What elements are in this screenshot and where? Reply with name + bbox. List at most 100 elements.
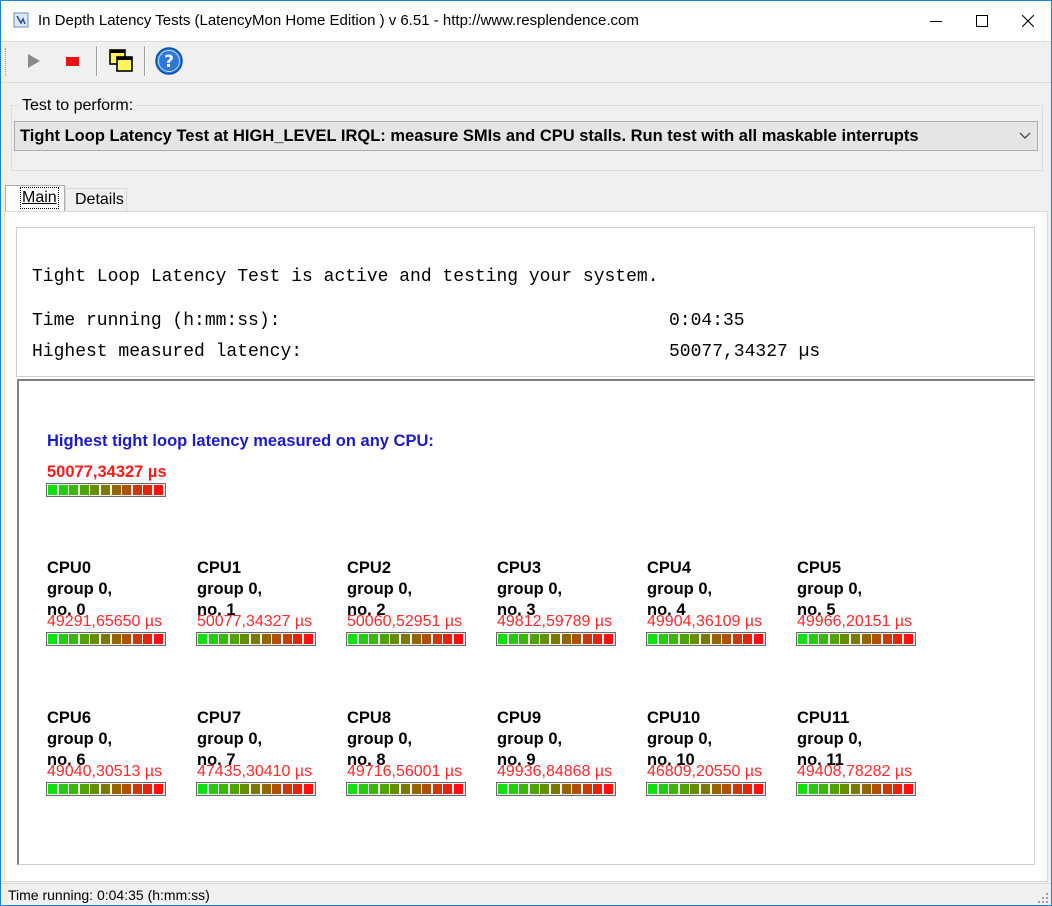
bar-segment [422,784,432,794]
cpu-group: group 0, [47,580,113,598]
highest-any-cpu-label: Highest tight loop latency measured on a… [47,432,434,450]
bar-segment [208,784,218,794]
toolbar: ? [1,41,1051,83]
bar-segment [679,784,689,794]
bar-segment [79,485,89,495]
toolbar-separator [144,46,146,76]
toolbar-grip[interactable] [5,48,9,76]
cpu-latency-bar [346,782,466,796]
bar-segment [798,634,807,644]
title-bar[interactable]: In Depth Latency Tests (LatencyMon Home … [1,1,1051,41]
bar-segment [58,634,68,644]
bar-segment [198,634,207,644]
bar-segment [669,634,679,644]
help-button[interactable]: ? [154,46,184,76]
cpu-name: CPU11 [797,709,850,727]
tab-main[interactable]: Main [5,185,65,212]
chevron-down-icon [1019,132,1031,139]
cpu-name: CPU7 [197,709,242,727]
maximize-button[interactable] [959,1,1005,41]
bar-segment [690,784,700,794]
bar-segment [593,634,603,644]
bar-segment [829,634,839,644]
cpu-label: CPU11 group 0, no. 11 [797,708,862,771]
test-select-value: Tight Loop Latency Test at HIGH_LEVEL IR… [20,127,919,145]
bar-segment [798,784,807,794]
cpu-label: CPU6 group 0, no. 6 [47,708,112,771]
bar-segment [219,634,229,644]
cpu-label: CPU0 group 0, no. 0 [47,558,112,621]
cpu-label: CPU3 group 0, no. 3 [497,558,562,621]
maximize-icon [976,15,988,27]
cpu-group: group 0, [797,730,863,748]
status-text: Time running: 0:04:35 (h:mm:ss) [8,887,210,903]
bar-segment [379,634,389,644]
bar-segment [582,784,592,794]
bar-segment [519,634,529,644]
bar-segment [132,485,142,495]
cpu-latency-value: 46809,20550 µs [647,763,763,780]
cpu-latency-bar [196,632,316,646]
bar-segment [122,784,132,794]
status-bar: Time running: 0:04:35 (h:mm:ss) [1,883,1051,905]
cpu-latency-bar [646,782,766,796]
cpu-latency-value: 49904,36109 µs [647,613,763,630]
cpu-label: CPU9 group 0, no. 9 [497,708,562,771]
bar-segment [454,634,463,644]
bar-segment [872,634,882,644]
cpu-group: group 0, [197,730,263,748]
bar-segment [701,634,710,644]
bar-segment [358,634,368,644]
bar-segment [754,634,763,644]
bar-segment [101,485,110,495]
bar-segment [754,784,763,794]
tab-details[interactable]: Details [65,188,127,212]
bar-segment [69,485,79,495]
bar-segment [882,784,892,794]
bar-segment [379,784,389,794]
bar-segment [808,784,818,794]
bar-segment [808,634,818,644]
close-icon [1022,15,1034,27]
bar-segment [58,784,68,794]
cpu-latency-bar [796,782,916,796]
bar-segment [432,784,442,794]
highest-latency-label: Highest measured latency: [32,342,303,362]
bar-segment [840,784,850,794]
bar-segment [432,634,442,644]
windows-button[interactable] [106,46,136,76]
bar-segment [454,784,463,794]
help-icon: ? [155,47,183,75]
minimize-button[interactable] [913,1,959,41]
cpu-latency-bar [796,632,916,646]
highest-any-cpu-value: 50077,34327 µs [47,463,167,481]
start-button[interactable] [18,46,48,76]
minimize-icon [930,21,942,22]
bar-segment [732,784,742,794]
bar-segment [143,784,153,794]
bar-segment [551,784,560,794]
bar-segment [282,634,292,644]
bar-segment [348,634,357,644]
bar-segment [743,634,753,644]
cpu-name: CPU0 [47,559,92,577]
stop-button[interactable] [57,46,87,76]
close-button[interactable] [1005,1,1051,41]
bar-segment [508,784,518,794]
size-grip-icon[interactable] [1037,892,1049,904]
bar-segment [369,784,379,794]
cpu-group: group 0, [347,730,413,748]
test-select[interactable]: Tight Loop Latency Test at HIGH_LEVEL IR… [14,121,1038,151]
cpu-latency-value: 50077,34327 µs [197,613,313,630]
bar-segment [69,784,79,794]
bar-segment [251,634,260,644]
bar-segment [861,634,871,644]
bar-segment [143,485,153,495]
cpu-latency-value: 49040,30513 µs [47,763,163,780]
bar-segment [154,634,163,644]
bar-segment [401,784,410,794]
cpu-name: CPU6 [47,709,92,727]
bar-segment [111,485,121,495]
bar-segment [648,784,657,794]
bar-segment [561,634,571,644]
